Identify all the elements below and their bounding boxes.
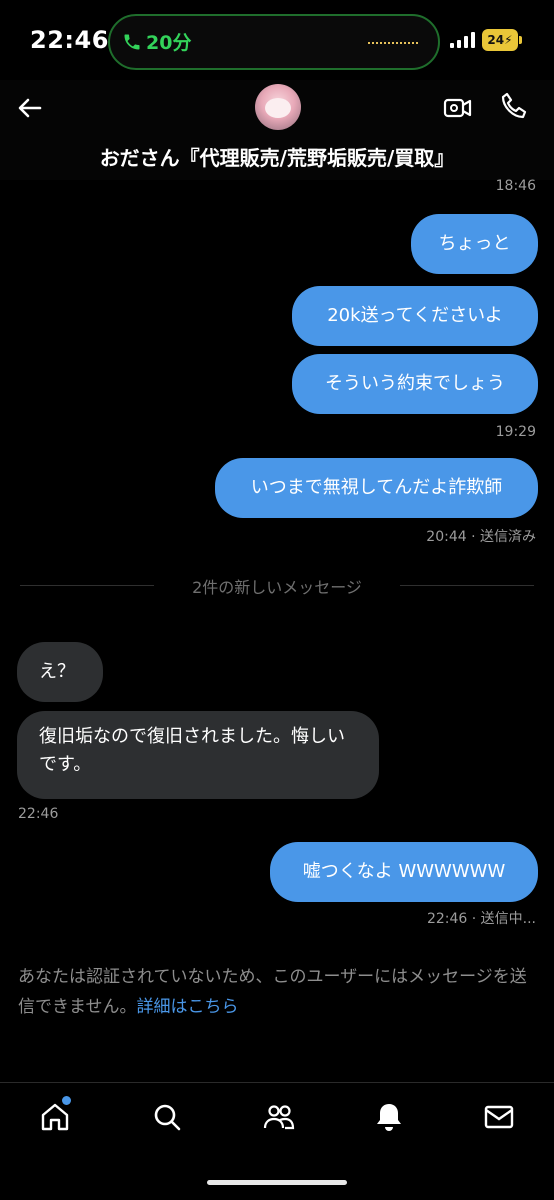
contact-avatar[interactable] [255, 84, 301, 130]
contact-name[interactable]: おださん『代理販売/荒野垢販売/買取』 [0, 142, 554, 171]
incoming-message[interactable]: え？ [17, 642, 103, 702]
outgoing-message[interactable]: 20k送ってくださいよ [292, 286, 538, 346]
new-messages-divider: 2件の新しいメッセージ [192, 578, 362, 597]
message-timestamp: 22:46 [18, 806, 59, 822]
notice-text: あなたは認証されていないため、このユーザーにはメッセージを送信できません。 [18, 967, 527, 1017]
message-status: 22:46 · 送信中... [426, 911, 536, 927]
learn-more-link[interactable]: 詳細はこちら [137, 997, 239, 1017]
incoming-message[interactable]: 復旧垢なので復旧されました。悔しいです。 [17, 711, 379, 799]
nav-divider [0, 1082, 554, 1083]
notification-dot [62, 1096, 71, 1105]
divider-line-right [400, 585, 534, 586]
outgoing-message[interactable]: 嘘つくなよ WWWWWW [270, 842, 538, 902]
battery-indicator: 24⚡ [482, 29, 518, 51]
back-arrow-icon[interactable] [14, 92, 46, 124]
outgoing-message[interactable]: そういう約束でしょう [292, 354, 538, 414]
battery-tip [519, 36, 522, 44]
message-timestamp: 18:46 [495, 178, 536, 194]
voice-call-icon[interactable] [498, 90, 530, 122]
video-call-icon[interactable] [442, 92, 474, 124]
communities-icon[interactable] [262, 1100, 296, 1134]
home-indicator [207, 1180, 347, 1185]
status-time: 22:46 [30, 26, 109, 54]
signal-strength-icon [450, 32, 475, 48]
mail-icon[interactable] [482, 1100, 516, 1134]
search-icon[interactable] [150, 1100, 184, 1134]
battery-level: 24 [487, 33, 505, 47]
audio-wave-indicator [368, 42, 420, 44]
message-status: 20:44 · 送信済み [426, 529, 536, 545]
outgoing-message[interactable]: いつまで無視してんだよ詐欺師 [215, 458, 538, 518]
call-duration: 20分 [146, 32, 192, 54]
bell-icon[interactable] [372, 1100, 406, 1134]
message-timestamp: 19:29 [495, 424, 536, 440]
outgoing-message[interactable]: ちょっと [411, 214, 538, 274]
phone-icon [124, 34, 140, 50]
home-icon[interactable] [38, 1100, 72, 1134]
unverified-notice: あなたは認証されていないため、このユーザーにはメッセージを送信できません。詳細は… [18, 962, 538, 1022]
